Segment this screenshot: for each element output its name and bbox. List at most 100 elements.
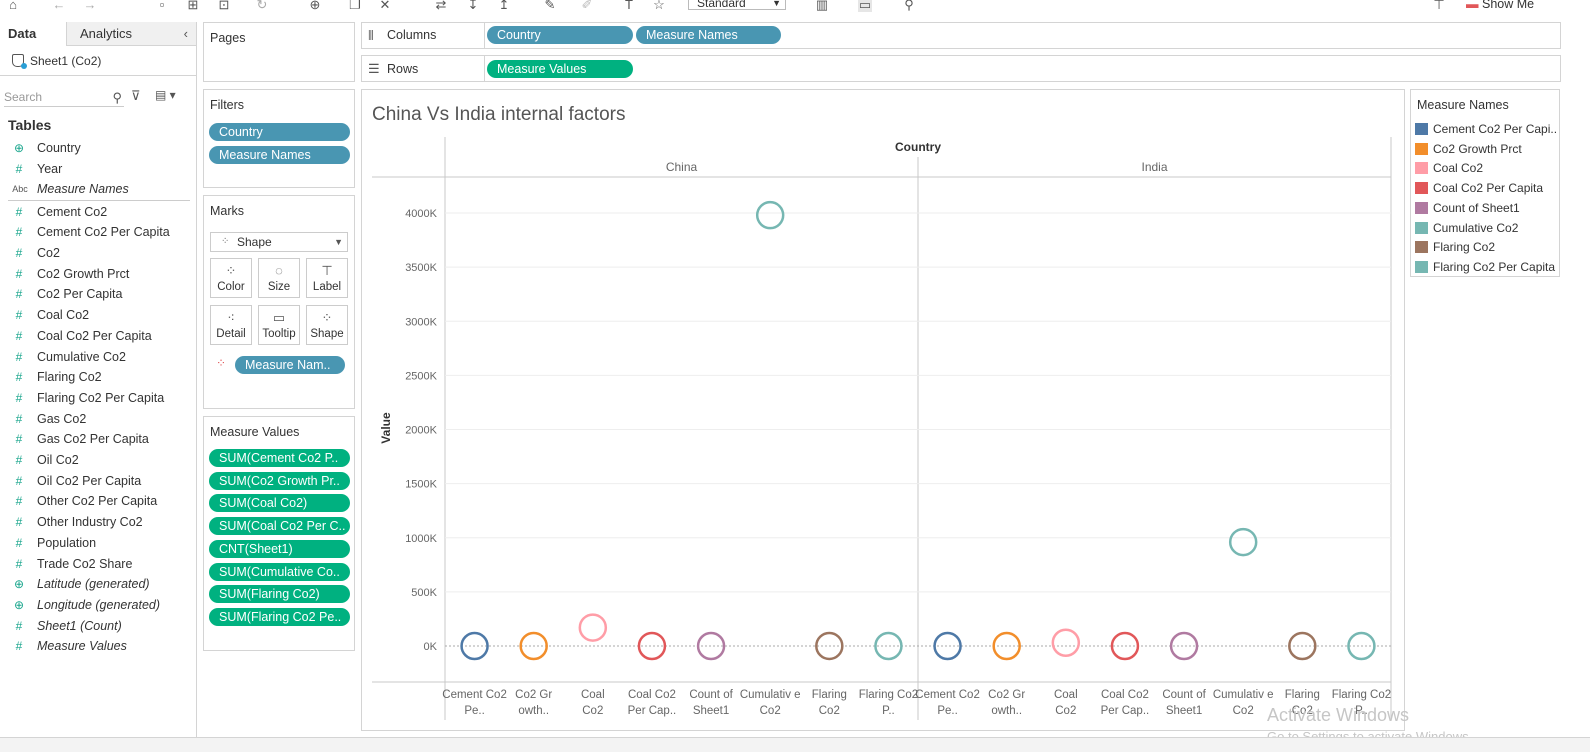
- filter-icon[interactable]: ⊽: [131, 88, 141, 104]
- collapse-icon[interactable]: ‹: [184, 22, 188, 46]
- rows-icon: ☰: [368, 61, 380, 76]
- field-item[interactable]: # Oil Co2: [0, 450, 196, 470]
- pages-title: Pages: [210, 31, 246, 45]
- mark-type-select[interactable]: ⁘ Shape ▼: [210, 232, 348, 252]
- pause-updates-icon[interactable]: ⊡: [217, 0, 231, 12]
- sort-ascending-icon[interactable]: ↧: [466, 0, 480, 12]
- field-item[interactable]: # Co2 Per Capita: [0, 284, 196, 304]
- measure-value-pill[interactable]: SUM(Cement Co2 P..: [209, 449, 350, 467]
- group-icon[interactable]: ✐: [580, 0, 594, 12]
- field-item[interactable]: # Flaring Co2 Per Capita: [0, 388, 196, 408]
- legend-item[interactable]: Flaring Co2 Per Capita: [1415, 257, 1559, 277]
- field-item[interactable]: # Gas Co2 Per Capita: [0, 429, 196, 449]
- detail-icon: ⁖: [227, 310, 235, 325]
- datasource-item[interactable]: Sheet1 (Co2): [12, 54, 101, 69]
- tab-data[interactable]: Data: [0, 22, 66, 46]
- pin-icon[interactable]: ☆: [652, 0, 666, 12]
- sort-descending-icon[interactable]: ↥: [497, 0, 511, 12]
- legend-item[interactable]: Coal Co2 Per Capita: [1415, 178, 1559, 198]
- field-item[interactable]: # Population: [0, 533, 196, 553]
- measure-value-pill[interactable]: CNT(Sheet1): [209, 539, 350, 558]
- presentation-icon[interactable]: ▭: [858, 0, 872, 12]
- data-pane: Data Analytics ‹ Sheet1 (Co2) Search ⚲ ⊽ ▤…: [0, 22, 197, 751]
- marks-color-button[interactable]: ⁘ Color: [210, 258, 252, 298]
- columns-pill-measure-names[interactable]: Measure Names: [636, 26, 781, 44]
- field-item[interactable]: ⊕ Latitude (generated): [0, 574, 196, 594]
- fit-select[interactable]: Standard ▼: [688, 0, 786, 10]
- field-item[interactable]: # Trade Co2 Share: [0, 554, 196, 574]
- refresh-icon[interactable]: ↻: [255, 0, 269, 12]
- new-worksheet-icon[interactable]: ⊕: [308, 0, 322, 12]
- labels-icon[interactable]: T: [622, 0, 636, 12]
- measure-value-pill[interactable]: SUM(Flaring Co2): [209, 585, 350, 604]
- marks-color-pill[interactable]: Measure Nam..: [235, 356, 345, 374]
- field-item[interactable]: # Gas Co2: [0, 409, 196, 429]
- home-icon[interactable]: ⌂: [6, 0, 20, 12]
- y-tick-label: 3000K: [405, 316, 437, 328]
- filter-pill-country[interactable]: Country: [209, 123, 350, 141]
- rows-shelf[interactable]: ☰ Rows Measure Values: [361, 55, 1561, 82]
- legend-item[interactable]: Count of Sheet1: [1415, 198, 1559, 218]
- view-options-icon[interactable]: ▤ ▾: [155, 88, 176, 102]
- field-item[interactable]: # Other Industry Co2: [0, 512, 196, 532]
- duplicate-sheet-icon[interactable]: ❐: [348, 0, 362, 12]
- field-item[interactable]: # Cement Co2: [0, 202, 196, 222]
- field-item[interactable]: # Coal Co2: [0, 305, 196, 325]
- measure-value-pill[interactable]: SUM(Flaring Co2 Pe..: [209, 607, 350, 626]
- field-item[interactable]: # Year: [0, 159, 196, 179]
- search-input[interactable]: Search ⚲: [4, 88, 124, 107]
- field-item[interactable]: # Co2: [0, 243, 196, 263]
- datasource-icon: [12, 54, 27, 69]
- field-item[interactable]: ⊕ Country: [0, 138, 196, 158]
- share-icon[interactable]: ⚲: [902, 0, 916, 12]
- legend-item[interactable]: Cement Co2 Per Capi..: [1415, 119, 1559, 139]
- columns-shelf[interactable]: ⦀ Columns Country Measure Names: [361, 22, 1561, 49]
- field-item[interactable]: # Other Co2 Per Capita: [0, 491, 196, 511]
- redo-icon[interactable]: →: [83, 0, 97, 12]
- tab-analytics[interactable]: Analytics ‹: [66, 22, 196, 46]
- measure-value-pill[interactable]: SUM(Cumulative Co..: [209, 562, 350, 581]
- field-item[interactable]: # Coal Co2 Per Capita: [0, 326, 196, 346]
- chart-icon[interactable]: ▥: [815, 0, 829, 12]
- pages-card[interactable]: Pages: [203, 22, 355, 82]
- highlight-icon[interactable]: ✎: [543, 0, 557, 12]
- field-item[interactable]: Abc Measure Names: [0, 179, 196, 199]
- filters-card[interactable]: Filters Country Measure Names: [203, 89, 355, 188]
- marks-size-button[interactable]: ◌ Size: [258, 258, 300, 298]
- legend-item[interactable]: Cumulative Co2: [1415, 218, 1559, 238]
- marks-detail-button[interactable]: ⁖ Detail: [210, 305, 252, 345]
- columns-pill-country[interactable]: Country: [487, 26, 633, 44]
- field-item[interactable]: # Flaring Co2: [0, 367, 196, 387]
- field-item[interactable]: # Cement Co2 Per Capita: [0, 222, 196, 242]
- legend-item[interactable]: Coal Co2: [1415, 158, 1559, 178]
- save-icon[interactable]: ▫: [155, 0, 169, 12]
- device-preview-icon[interactable]: ⊤: [1432, 0, 1446, 12]
- field-item[interactable]: ⊕ Longitude (generated): [0, 595, 196, 615]
- measure-value-pill[interactable]: SUM(Coal Co2): [209, 494, 350, 513]
- field-item[interactable]: # Sheet1 (Count): [0, 616, 196, 636]
- field-item[interactable]: # Co2 Growth Prct: [0, 264, 196, 284]
- x-tick-label: Cumulativ e Co2: [740, 689, 801, 717]
- measure-value-pill[interactable]: SUM(Co2 Growth Pr..: [209, 471, 350, 490]
- field-label: Cumulative Co2: [37, 349, 126, 364]
- shelf-divider: [484, 56, 485, 82]
- marks-label-button[interactable]: ⊤ Label: [306, 258, 348, 298]
- rows-pill-measure-values[interactable]: Measure Values: [487, 60, 633, 78]
- measure-value-pill[interactable]: SUM(Coal Co2 Per C..: [209, 517, 350, 536]
- field-item[interactable]: # Measure Values: [0, 636, 196, 656]
- legend-item[interactable]: Flaring Co2: [1415, 237, 1559, 257]
- filter-pill-measure-names[interactable]: Measure Names: [209, 146, 350, 164]
- clear-sheet-icon[interactable]: ✕: [378, 0, 392, 12]
- new-datasource-icon[interactable]: ⊞: [186, 0, 200, 12]
- marks-tooltip-button[interactable]: ▭ Tooltip: [258, 305, 300, 345]
- field-item[interactable]: # Cumulative Co2: [0, 347, 196, 367]
- field-item[interactable]: # Oil Co2 Per Capita: [0, 471, 196, 491]
- undo-icon[interactable]: ←: [52, 0, 66, 12]
- y-tick-label: 0K: [424, 641, 438, 653]
- show-me-button[interactable]: ▬ Show Me: [1466, 0, 1534, 11]
- panel-header: China: [666, 160, 698, 174]
- marks-shape-button[interactable]: ⁘ Shape: [306, 305, 348, 345]
- x-tick-label: Coal Co2 Per Cap..: [628, 689, 677, 717]
- legend-item[interactable]: Co2 Growth Prct: [1415, 139, 1559, 159]
- swap-icon[interactable]: ⇄: [434, 0, 448, 12]
